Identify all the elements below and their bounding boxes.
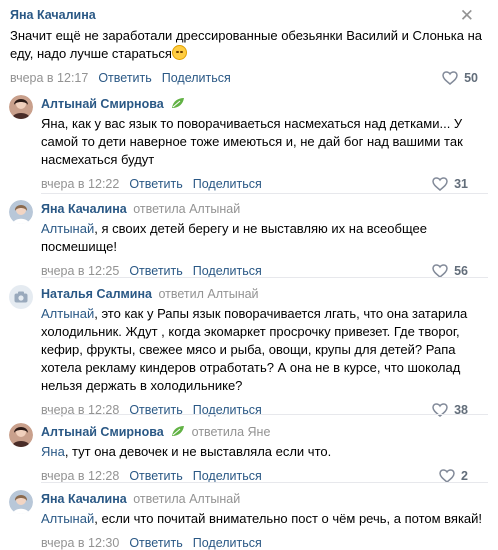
share-button[interactable]: Поделиться xyxy=(193,469,262,483)
replied-to[interactable]: ответил Алтынай xyxy=(158,287,258,301)
like-count: 56 xyxy=(454,264,468,278)
like-button[interactable]: 56 xyxy=(432,264,468,278)
like-button[interactable]: 2 xyxy=(439,469,468,483)
reply-text: Алтынай, если что почитай внимательно по… xyxy=(41,511,483,526)
reply-text: Алтынай, я своих детей берегу и не выста… xyxy=(41,221,427,254)
reply-author[interactable]: Алтынай Смирнова xyxy=(41,97,164,111)
reply-time[interactable]: вчера в 12:22 xyxy=(41,177,119,191)
avatar[interactable] xyxy=(9,285,33,309)
reply-button[interactable]: Ответить xyxy=(98,71,151,85)
camera-icon xyxy=(14,291,28,303)
divider xyxy=(41,193,488,194)
mention-link[interactable]: Алтынай xyxy=(41,306,94,321)
heart-icon xyxy=(432,177,448,191)
reply-item: Алтынай Смирнова Яна, как у вас язык то … xyxy=(0,95,498,191)
heart-icon xyxy=(432,264,448,278)
reply-button[interactable]: Ответить xyxy=(129,264,182,278)
mention-link[interactable]: Алтынай xyxy=(41,221,94,236)
replied-to[interactable]: ответила Яне xyxy=(192,425,271,439)
mention-link[interactable]: Яна xyxy=(41,444,65,459)
laughing-emoji-icon xyxy=(171,45,187,60)
divider xyxy=(41,414,488,415)
like-button[interactable]: 50 xyxy=(442,71,478,85)
heart-icon xyxy=(439,469,455,483)
share-button[interactable]: Поделиться xyxy=(193,177,262,191)
replied-to[interactable]: ответила Алтынай xyxy=(133,492,240,506)
leaf-icon xyxy=(172,98,185,108)
avatar[interactable] xyxy=(9,423,33,447)
reply-author[interactable]: Наталья Салмина xyxy=(41,287,152,301)
avatar[interactable] xyxy=(9,95,33,119)
reply-button[interactable]: Ответить xyxy=(129,177,182,191)
share-button[interactable]: Поделиться xyxy=(162,71,231,85)
close-icon[interactable]: ✕ xyxy=(460,7,474,24)
like-count: 50 xyxy=(464,71,478,85)
share-button[interactable]: Поделиться xyxy=(193,536,262,550)
like-count: 31 xyxy=(454,177,468,191)
reply-item: Яна Качалина ответила Алтынай Алтынай, я… xyxy=(0,200,498,278)
like-button[interactable]: 31 xyxy=(432,177,468,191)
comment-time[interactable]: вчера в 12:17 xyxy=(10,71,88,85)
reply-text: Яна, как у вас язык то поворачиваеться н… xyxy=(41,116,463,167)
reply-item: Алтынай Смирнова ответила Яне Яна, тут о… xyxy=(0,423,498,483)
share-button[interactable]: Поделиться xyxy=(193,264,262,278)
like-count: 2 xyxy=(461,469,468,483)
reply-author[interactable]: Алтынай Смирнова xyxy=(41,425,164,439)
reply-time[interactable]: вчера в 12:25 xyxy=(41,264,119,278)
comment-author[interactable]: Яна Качалина xyxy=(10,8,488,24)
mention-link[interactable]: Алтынай xyxy=(41,511,94,526)
reply-button[interactable]: Ответить xyxy=(129,536,182,550)
reply-text: Яна, тут она девочек и не выставляла есл… xyxy=(41,444,332,459)
comment-text: Значит ещё не заработали дрессированные … xyxy=(10,28,482,61)
reply-text: Алтынай, это как у Рапы язык поворачивае… xyxy=(41,306,468,393)
avatar[interactable] xyxy=(9,200,33,224)
divider xyxy=(41,277,488,278)
leaf-icon xyxy=(172,426,185,436)
divider xyxy=(41,482,488,483)
reply-item: Яна Качалина ответила Алтынай Алтынай, е… xyxy=(0,490,498,550)
reply-item: Наталья Салмина ответил Алтынай Алтынай,… xyxy=(0,285,498,417)
replied-to[interactable]: ответила Алтынай xyxy=(133,202,240,216)
reply-time[interactable]: вчера в 12:30 xyxy=(41,536,119,550)
reply-time[interactable]: вчера в 12:28 xyxy=(41,469,119,483)
avatar[interactable] xyxy=(9,490,33,514)
heart-icon xyxy=(442,71,458,85)
comment-meta: вчера в 12:17 Ответить Поделиться 50 xyxy=(10,68,488,88)
top-comment: Яна Качалина ✕ Значит ещё не заработали … xyxy=(0,0,498,88)
reply-author[interactable]: Яна Качалина xyxy=(41,492,127,506)
reply-button[interactable]: Ответить xyxy=(129,469,182,483)
reply-author[interactable]: Яна Качалина xyxy=(41,202,127,216)
